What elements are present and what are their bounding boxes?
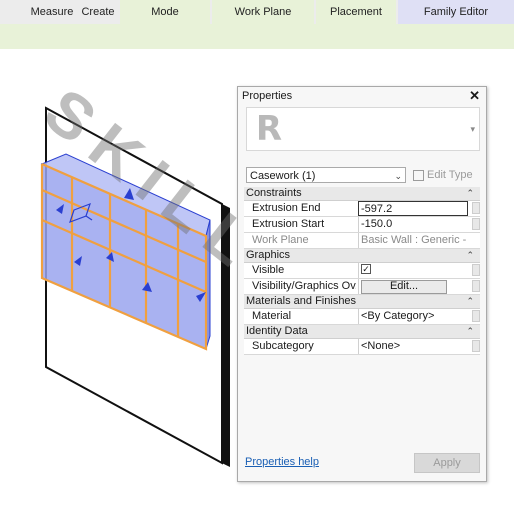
type-preview[interactable]: R ▾ — [246, 107, 480, 151]
scrollbar[interactable] — [472, 340, 480, 352]
section-graphics[interactable]: Graphics ⌃ — [244, 249, 480, 263]
edit-type-label: Edit Type — [427, 169, 473, 181]
ribbon-panel-measure[interactable]: Measure — [28, 0, 76, 24]
visibility-edit-button[interactable]: Edit... — [361, 280, 447, 294]
collapse-icon[interactable]: ⌃ — [466, 187, 474, 200]
work-plane-value: Basic Wall : Generic - ... — [358, 233, 468, 248]
revit-r-logo-icon: R — [255, 109, 283, 149]
ribbon-panel-placement[interactable]: Placement — [316, 0, 396, 24]
section-materials-finishes[interactable]: Materials and Finishes ⌃ — [244, 295, 480, 309]
ribbon-options-bar — [0, 24, 514, 49]
chevron-down-icon[interactable]: ▾ — [470, 124, 475, 135]
material-value[interactable]: <By Category> — [358, 309, 468, 324]
edit-type-icon — [413, 169, 424, 181]
scrollbar[interactable] — [472, 218, 480, 230]
property-grid: Constraints ⌃ Extrusion End -597.2 Extru… — [244, 187, 480, 355]
property-row-extrusion-start: Extrusion Start -150.0 — [244, 217, 480, 233]
property-row-visibility-graphics: Visibility/Graphics Ov... Edit... — [244, 279, 480, 295]
extrusion-start-input[interactable]: -150.0 — [358, 217, 468, 232]
type-selector[interactable]: Casework (1) ⌄ — [246, 167, 406, 183]
extrusion-end-input[interactable]: -597.2 — [358, 201, 468, 216]
chevron-down-icon[interactable]: ⌄ — [394, 168, 402, 184]
scrollbar[interactable] — [472, 310, 480, 322]
ribbon-panel-mode[interactable]: Mode — [120, 0, 210, 24]
ribbon-panel-work-plane[interactable]: Work Plane — [212, 0, 314, 24]
scrollbar[interactable] — [472, 264, 480, 276]
ribbon-panel-create[interactable]: Create — [78, 0, 118, 24]
apply-button[interactable]: Apply — [414, 453, 480, 473]
properties-title: Properties — [242, 90, 293, 102]
properties-palette: Properties ✕ R ▾ Casework (1) ⌄ Edit Typ… — [237, 86, 487, 482]
type-selector-value: Casework (1) — [250, 170, 316, 182]
property-row-subcategory: Subcategory <None> — [244, 339, 480, 355]
scrollbar[interactable] — [472, 280, 480, 292]
wall-side-face — [222, 204, 230, 467]
ribbon-panel-family-editor[interactable]: Family Editor — [398, 0, 514, 24]
properties-help-link[interactable]: Properties help — [245, 456, 319, 468]
property-row-material: Material <By Category> — [244, 309, 480, 325]
collapse-icon[interactable]: ⌃ — [466, 295, 474, 308]
property-row-extrusion-end: Extrusion End -597.2 — [244, 201, 480, 217]
collapse-icon[interactable]: ⌃ — [466, 249, 474, 262]
subcategory-value[interactable]: <None> — [358, 339, 468, 354]
property-row-work-plane: Work Plane Basic Wall : Generic - ... — [244, 233, 480, 249]
property-row-visible: Visible ✓ — [244, 263, 480, 279]
scrollbar[interactable] — [472, 202, 480, 214]
visible-checkbox[interactable]: ✓ — [361, 264, 371, 275]
collapse-icon[interactable]: ⌃ — [466, 325, 474, 338]
section-identity-data[interactable]: Identity Data ⌃ — [244, 325, 480, 339]
section-constraints[interactable]: Constraints ⌃ — [244, 187, 480, 201]
close-icon[interactable]: ✕ — [469, 88, 480, 104]
ribbon-tab-bar: Measure Create Mode Work Plane Placement… — [0, 0, 514, 25]
ribbon: Measure Create Mode Work Plane Placement… — [0, 0, 514, 50]
edit-type-button[interactable]: Edit Type — [413, 167, 473, 183]
